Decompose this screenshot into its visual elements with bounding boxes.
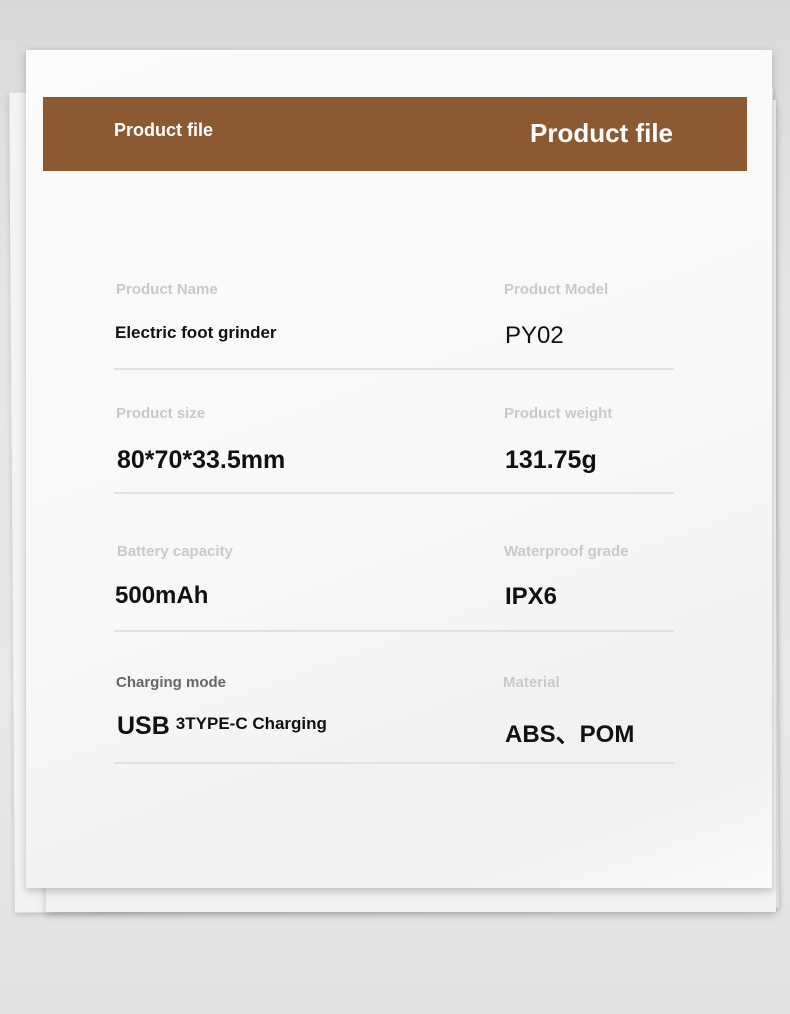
spec-row: Charging mode USB 3TYPE-C Charging Materi… — [114, 632, 674, 764]
spec-value-material: ABS、POM — [505, 721, 635, 748]
spec-value-waterproof-grade: IPX6 — [505, 583, 558, 610]
spec-label-product-name: Product Name — [116, 281, 218, 298]
banner-title-left: Product file — [114, 120, 214, 140]
charging-mode-usb: USB — [117, 712, 170, 740]
spec-value-battery-capacity: 500mAh — [115, 582, 209, 609]
spec-label-waterproof-grade: Waterproof grade — [504, 543, 629, 560]
spec-value-product-weight: 131.75g — [505, 446, 597, 474]
spec-label-product-weight: Product weight — [504, 405, 613, 422]
spec-row: Product size 80*70*33.5mm Product weight… — [114, 370, 674, 494]
spec-label-product-size: Product size — [116, 405, 206, 422]
spec-row: Product Name Electric foot grinder Produ… — [114, 270, 674, 370]
spec-value-product-name: Electric foot grinder — [115, 323, 277, 342]
spec-label-charging-mode: Charging mode — [116, 674, 227, 691]
spec-value-product-model: PY02 — [505, 322, 564, 349]
spec-label-product-model: Product Model — [504, 281, 609, 298]
spec-row: Battery capacity 500mAh Waterproof grade… — [114, 494, 674, 632]
spec-label-battery-capacity: Battery capacity — [117, 543, 233, 560]
spec-value-product-size: 80*70*33.5mm — [117, 446, 286, 474]
header-banner: Product file Product file — [43, 97, 747, 171]
banner-title-right: Product file — [529, 118, 673, 148]
spec-grid: Product Name Electric foot grinder Produ… — [114, 270, 674, 764]
spec-value-charging-mode: USB 3TYPE-C Charging — [117, 712, 327, 741]
charging-mode-type: 3TYPE-C Charging — [175, 714, 327, 733]
spec-label-material: Material — [503, 674, 560, 691]
